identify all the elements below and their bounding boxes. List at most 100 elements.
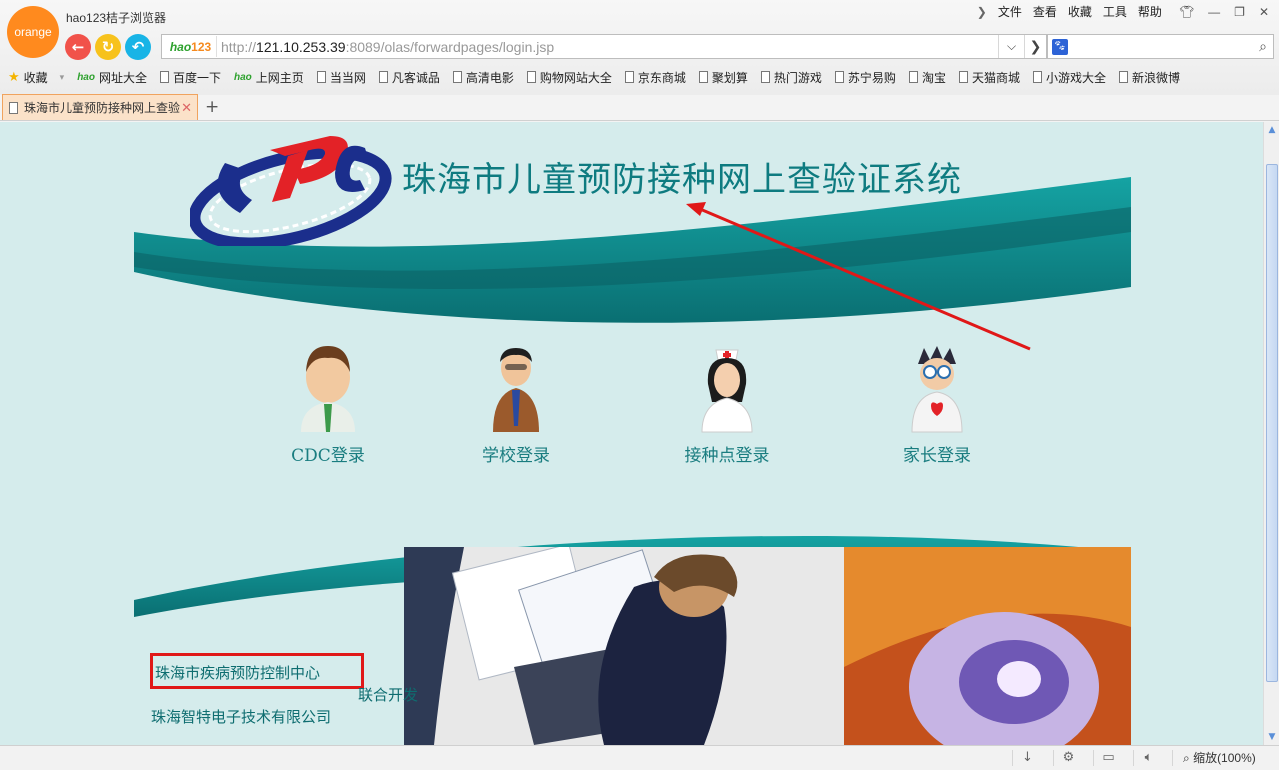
teacher-avatar-icon (493, 348, 539, 432)
baidu-paw-icon[interactable]: 🐾︎ (1052, 38, 1068, 55)
vaccination-site-login-label[interactable]: 接种点登录 (657, 441, 797, 466)
bookmark-item[interactable]: hao 网址大全 (77, 69, 147, 86)
page-viewport: 珠海市儿童预防接种网上查验证系统 CDC登录 学校登录 接种点登录 家长登录 珠… (0, 122, 1263, 745)
tab-active[interactable]: 珠海市儿童预防接种网上查验 ✕ (2, 94, 198, 120)
close-tab-icon[interactable]: ✕ (181, 100, 192, 116)
vertical-scrollbar[interactable]: ▲ ▼ (1263, 122, 1279, 745)
bookmark-item[interactable]: 新浪微博 (1118, 69, 1180, 86)
photo-collage (404, 547, 1131, 745)
bookmark-item[interactable]: 淘宝 (908, 69, 946, 86)
search-icon[interactable]: ⌕ (1259, 39, 1267, 55)
star-icon: ★ (8, 69, 20, 84)
search-input[interactable]: 🐾︎ ⌕ (1047, 34, 1274, 59)
parent-avatar-icon (911, 346, 963, 433)
back-button[interactable]: ← (65, 34, 91, 60)
menu-help[interactable]: 帮助 (1138, 3, 1162, 20)
cdc-logo (190, 136, 392, 246)
school-login-label[interactable]: 学校登录 (446, 441, 586, 466)
page-icon (378, 71, 388, 83)
restore-icon[interactable]: ❐ (1234, 5, 1245, 19)
page-icon (1032, 71, 1042, 83)
page-icon (160, 71, 169, 83)
cdc-login[interactable]: CDC登录 (258, 344, 398, 466)
chevron-down-icon[interactable]: ▾ (60, 72, 65, 83)
menu-favorites[interactable]: 收藏 (1068, 3, 1092, 20)
bookmark-favorites[interactable]: ★ 收藏 ▾ (8, 69, 64, 86)
page-icon (9, 101, 18, 114)
page-icon (908, 71, 918, 83)
hao123-badge[interactable]: hao 123 (165, 36, 217, 57)
menu-file[interactable]: 文件 (998, 3, 1022, 20)
bookmark-item[interactable]: 聚划算 (698, 69, 748, 86)
app-title: hao123桔子浏览器 (66, 11, 167, 25)
scroll-thumb[interactable] (1266, 164, 1278, 682)
cdc-login-label[interactable]: CDC登录 (258, 441, 398, 466)
system-title: 珠海市儿童预防接种网上查验证系统 (402, 160, 962, 200)
company-name: 珠海智特电子技术有限公司 (151, 708, 332, 726)
joint-development-label: 联合开发 (358, 686, 419, 704)
bookmark-item[interactable]: 购物网站大全 (526, 69, 612, 86)
chevron-down-icon[interactable]: ⌵ (998, 35, 1024, 58)
undo-icon: ↶ (131, 38, 145, 56)
url-text[interactable]: http://121.10.253.39:8089/olas/forwardpa… (221, 39, 554, 55)
bookmark-item[interactable]: 天猫商城 (958, 69, 1020, 86)
bookmark-item[interactable]: 热门游戏 (760, 69, 822, 86)
chevron-right-icon[interactable]: ❯ (977, 5, 987, 19)
bookmark-item[interactable]: 当当网 (316, 69, 366, 86)
menu-view[interactable]: 查看 (1033, 3, 1057, 20)
refresh-icon: ↻ (101, 38, 115, 56)
menu-bar: ❯ 文件 查看 收藏 工具 帮助 👕︎ — ❐ ✕ (977, 3, 1269, 20)
browser-toolbar: orange hao123桔子浏览器 ❯ 文件 查看 收藏 工具 帮助 👕︎ —… (0, 0, 1279, 95)
bookmark-item[interactable]: 小游戏大全 (1032, 69, 1106, 86)
page-icon (452, 71, 462, 83)
arrow-head (686, 202, 706, 216)
bookmark-item[interactable]: hao 上网主页 (234, 69, 304, 86)
minimize-icon[interactable]: — (1208, 5, 1220, 19)
hao-icon: hao (77, 71, 95, 83)
bookmark-item[interactable]: 凡客诚品 (378, 69, 440, 86)
page-icon (624, 71, 634, 83)
bookmark-item[interactable]: 京东商城 (624, 69, 686, 86)
vaccination-site-login[interactable]: 接种点登录 (657, 344, 797, 466)
page-icon (834, 71, 844, 83)
menu-tools[interactable]: 工具 (1103, 3, 1127, 20)
zoom-magnifier-icon: ⌕ (1183, 751, 1194, 765)
bookmark-item[interactable]: 苏宁易购 (834, 69, 896, 86)
scroll-down-icon[interactable]: ▼ (1266, 731, 1278, 743)
close-icon[interactable]: ✕ (1259, 5, 1269, 19)
status-bar: ↓ ⚙ ▭ 🔈︎ ⌕ 缩放(100%) (0, 745, 1279, 770)
page-icon (958, 71, 968, 83)
page-icon (526, 71, 536, 83)
school-login[interactable]: 学校登录 (446, 344, 586, 466)
zoom-control[interactable]: ⌕ 缩放(100%) (1172, 750, 1256, 766)
cdc-center-name: 珠海市疾病预防控制中心 (150, 653, 364, 689)
download-icon[interactable]: ↓ (1012, 750, 1042, 766)
page-icon (760, 71, 770, 83)
page-icon (698, 71, 708, 83)
bookmarks-bar: ★ 收藏 ▾ hao 网址大全 百度一下 hao 上网主页 当当网 凡客诚品 高清电影 … (0, 66, 1279, 88)
settings-gear-icon[interactable]: ⚙ (1053, 750, 1083, 766)
new-tab-button[interactable]: + (205, 97, 219, 117)
refresh-button[interactable]: ↻ (95, 34, 121, 60)
go-forward-icon[interactable]: ❯ (1024, 35, 1046, 58)
browser-logo[interactable]: orange (7, 6, 59, 58)
tab-title: 珠海市儿童预防接种网上查验 (24, 101, 181, 115)
bookmark-item[interactable]: 百度一下 (160, 69, 221, 86)
hao-icon: hao (234, 71, 252, 83)
page-icon (316, 71, 326, 83)
scroll-up-icon[interactable]: ▲ (1266, 124, 1278, 136)
parent-login-label[interactable]: 家长登录 (867, 441, 1007, 466)
page-icon (1118, 71, 1128, 83)
screen-icon[interactable]: ▭ (1093, 750, 1123, 766)
cdc-staff-avatar-icon (301, 346, 355, 432)
restore-tab-button[interactable]: ↶ (125, 34, 151, 60)
address-bar[interactable]: hao 123 http://121.10.253.39:8089/olas/fo… (161, 34, 1047, 59)
window-controls: 👕︎ — ❐ ✕ (1179, 5, 1269, 19)
nurse-avatar-icon (701, 349, 753, 433)
bookmark-item[interactable]: 高清电影 (452, 69, 514, 86)
arrow-left-icon: ← (71, 38, 85, 56)
volume-icon[interactable]: 🔈︎ (1133, 750, 1163, 766)
parent-login[interactable]: 家长登录 (867, 344, 1007, 466)
tab-bar: 珠海市儿童预防接种网上查验 ✕ + (0, 93, 1279, 121)
skin-icon[interactable]: 👕︎ (1179, 5, 1194, 19)
